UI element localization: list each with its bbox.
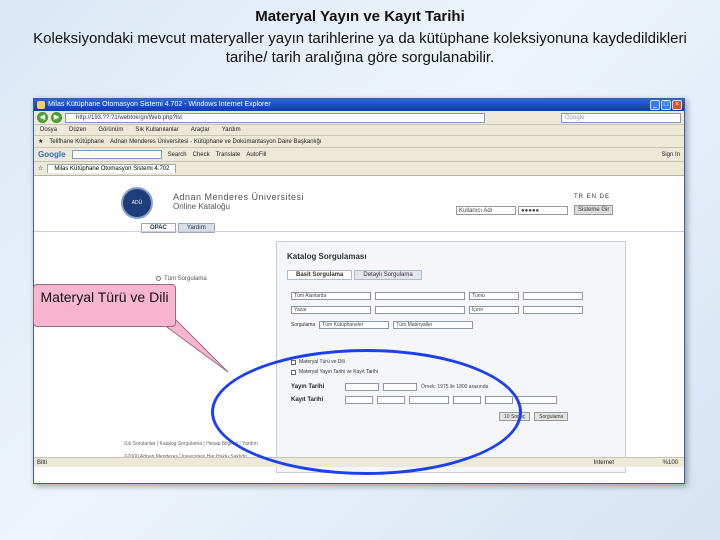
callout-box: Materyal Türü ve Dili (33, 284, 176, 327)
callout-pointer (159, 315, 229, 373)
